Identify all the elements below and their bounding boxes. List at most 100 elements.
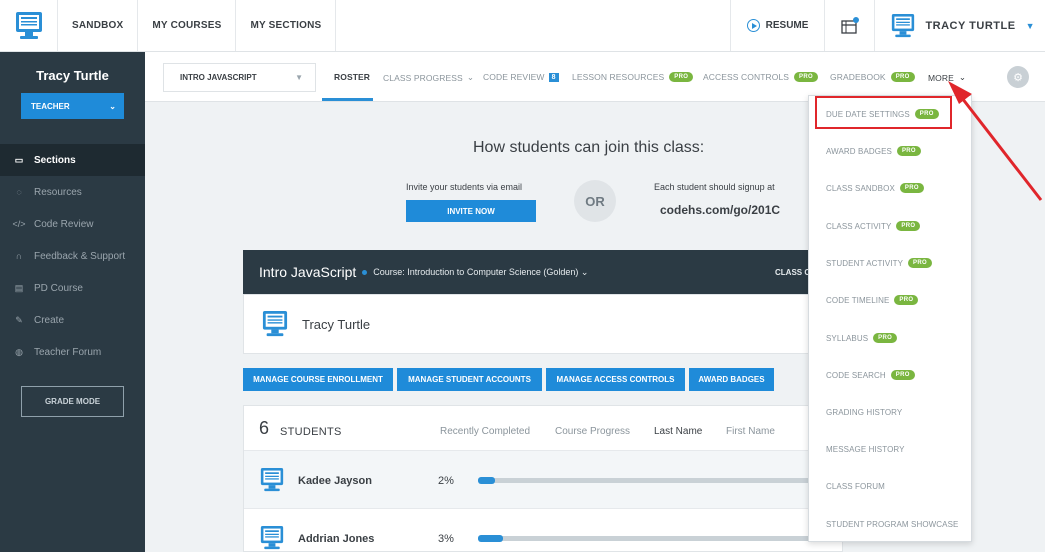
menu-item-class-forum[interactable]: CLASS FORUM [826, 482, 885, 491]
user-avatar-icon [892, 13, 915, 37]
or-divider: OR [574, 180, 616, 222]
column-last-name[interactable]: Last Name [654, 426, 702, 437]
course-select[interactable]: Course: Introduction to Computer Science… [373, 267, 588, 278]
user-menu[interactable]: TRACY TURTLE ▼ [874, 0, 1045, 51]
code-icon: </> [12, 219, 26, 229]
pro-badge: PRO [794, 72, 818, 82]
dot-icon [362, 269, 368, 275]
class-select[interactable]: INTRO JAVASCRIPT ▼ [163, 63, 316, 92]
menu-item-message-history[interactable]: MESSAGE HISTORY [826, 445, 905, 454]
menu-item-class-sandbox[interactable]: CLASS SANDBOX PRO [826, 183, 924, 193]
menu-item-student-activity[interactable]: STUDENT ACTIVITY PRO [826, 258, 932, 268]
menu-item-syllabus[interactable]: SYLLABUS PRO [826, 333, 898, 343]
menu-item-class-activity[interactable]: CLASS ACTIVITY PRO [826, 221, 921, 231]
pro-badge: PRO [669, 72, 694, 82]
menu-item-award-badges[interactable]: AWARD BADGES PRO [826, 146, 921, 156]
nav-sandbox[interactable]: SANDBOX [58, 0, 139, 51]
pro-badge: PRO [896, 221, 921, 231]
award-badges-button[interactable]: AWARD BADGES [689, 368, 774, 391]
tab-lesson-resources[interactable]: LESSON RESOURCES PRO [572, 72, 694, 82]
chevron-down-icon: ⌄ [958, 72, 967, 82]
headset-icon: ∩ [15, 251, 23, 261]
gear-icon[interactable]: ⚙ [1007, 66, 1029, 88]
course-right-label: CLASS C [775, 267, 811, 277]
menu-item-code-timeline[interactable]: CODE TIMELINE PRO [826, 295, 919, 305]
notifications-button[interactable] [824, 0, 874, 51]
menu-item-label: CLASS SANDBOX [826, 183, 895, 193]
table-row[interactable]: Kadee Jayson 2% [244, 451, 858, 509]
grade-mode-button[interactable]: GRADE MODE [21, 386, 124, 417]
nav-my-courses[interactable]: MY COURSES [138, 0, 237, 51]
codehs-logo[interactable] [0, 0, 58, 51]
teacher-name: Tracy Turtle [302, 316, 371, 332]
chevron-down-icon: ▼ [1025, 20, 1035, 31]
student-name[interactable]: Kadee Jayson [298, 475, 372, 487]
sidebar-item-code-review[interactable]: </> Code Review [0, 208, 145, 240]
sidebar-item-pd-course[interactable]: ▤ PD Course [0, 272, 145, 304]
progress-fill [478, 477, 495, 484]
role-select[interactable]: TEACHER ⌄ [21, 93, 124, 119]
column-first-name[interactable]: First Name [726, 426, 775, 437]
tab-access-controls[interactable]: ACCESS CONTROLS PRO [703, 72, 818, 82]
menu-item-label: CODE SEARCH [826, 370, 886, 380]
sidebar-item-label: PD Course [34, 282, 83, 294]
tab-label: LESSON RESOURCES [572, 72, 665, 82]
teacher-card: Tracy Turtle [243, 294, 843, 354]
tab-label: CLASS PROGRESS [383, 72, 463, 83]
menu-item-label: MESSAGE HISTORY [826, 445, 905, 454]
course-header: Intro JavaScript Course: Introduction to… [243, 250, 843, 294]
manage-access-controls-button[interactable]: MANAGE ACCESS CONTROLS [546, 368, 685, 391]
student-avatar-icon [260, 526, 284, 550]
tab-roster[interactable]: ROSTER [334, 72, 370, 82]
column-course-progress[interactable]: Course Progress [555, 426, 630, 437]
progress-bar [478, 477, 858, 484]
table-row[interactable]: Addrian Jones 3% [244, 509, 858, 552]
pro-badge: PRO [873, 333, 898, 343]
student-progress-percent: 3% [438, 533, 454, 545]
pro-badge: PRO [896, 146, 921, 156]
signup-url: codehs.com/go/201C [660, 203, 781, 217]
class-select-value: INTRO JAVASCRIPT [180, 73, 257, 82]
top-navbar: SANDBOX MY COURSES MY SECTIONS RESUME TR… [0, 0, 1045, 52]
menu-item-code-search[interactable]: CODE SEARCH PRO [826, 370, 915, 380]
tab-class-progress[interactable]: CLASS PROGRESS ⌄ [383, 72, 474, 83]
lightbulb-icon: ◌ [16, 187, 22, 197]
sidebar-item-sections[interactable]: ▭ Sections [0, 144, 145, 176]
calendar-notification-icon [841, 16, 859, 34]
menu-item-label: STUDENT ACTIVITY [826, 258, 904, 268]
sidebar-user-name: Tracy Turtle [36, 68, 109, 83]
menu-item-grading-history[interactable]: GRADING HISTORY [826, 408, 902, 417]
invite-text: Invite your students via email [406, 182, 523, 192]
sidebar-item-create[interactable]: ✎ Create [0, 304, 145, 336]
tab-label: GRADEBOOK [830, 72, 886, 82]
column-recently-completed[interactable]: Recently Completed [440, 426, 530, 437]
students-label: STUDENTS [280, 426, 342, 438]
role-label: TEACHER [31, 101, 70, 111]
sidebar-item-feedback[interactable]: ∩ Feedback & Support [0, 240, 145, 272]
sidebar-item-label: Resources [34, 186, 82, 198]
sidebar-item-resources[interactable]: ◌ Resources [0, 176, 145, 208]
manage-course-enrollment-button[interactable]: MANAGE COURSE ENROLLMENT [243, 368, 393, 391]
tab-more[interactable]: MORE ⌄ [928, 72, 966, 83]
sidebar-menu: ▭ Sections ◌ Resources </> Code Review ∩… [0, 144, 145, 368]
menu-item-label: SYLLABUS [826, 333, 869, 343]
sidebar-item-label: Feedback & Support [34, 250, 126, 262]
pencil-icon: ✎ [15, 314, 23, 325]
annotation-highlight-box [815, 96, 952, 129]
menu-item-student-program-showcase[interactable]: STUDENT PROGRAM SHOWCASE [826, 520, 959, 529]
tab-code-review[interactable]: CODE REVIEW 8 [483, 72, 559, 82]
nav-my-sections[interactable]: MY SECTIONS [236, 0, 337, 51]
teacher-avatar-icon [262, 311, 288, 337]
resume-label: RESUME [765, 20, 809, 31]
student-progress-percent: 2% [438, 475, 454, 487]
tab-label: ACCESS CONTROLS [703, 72, 790, 82]
manage-student-accounts-button[interactable]: MANAGE STUDENT ACCOUNTS [397, 368, 542, 391]
student-name[interactable]: Addrian Jones [298, 533, 374, 545]
join-title: How students can join this class: [473, 139, 705, 156]
tab-gradebook[interactable]: GRADEBOOK PRO [830, 72, 915, 82]
resume-button[interactable]: RESUME [729, 0, 825, 51]
invite-now-button[interactable]: INVITE NOW [406, 200, 536, 222]
sidebar-item-teacher-forum[interactable]: ◍ Teacher Forum [0, 336, 145, 368]
chat-icon: ◍ [15, 346, 23, 357]
